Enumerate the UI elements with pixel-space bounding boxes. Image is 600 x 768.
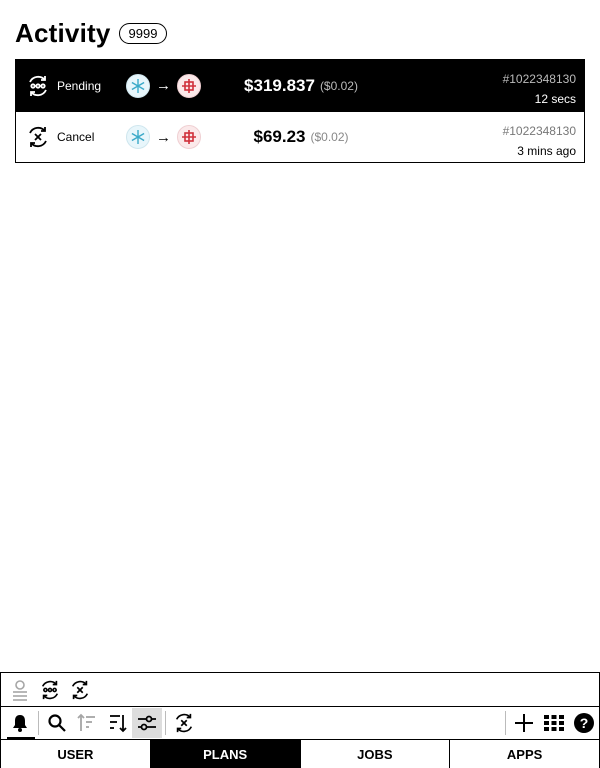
help-icon[interactable]: ? [569,708,599,738]
tab-apps[interactable]: APPS [450,740,599,768]
cancel-cycle-icon [26,125,50,149]
status-filter-bar [0,673,600,706]
bottom-panel: ? USER PLANS JOBS APPS [0,672,600,768]
plus-icon[interactable] [509,708,539,738]
row-amount: $69.23 ($0.02) [16,112,586,162]
row-amount: $319.837 ($0.02) [16,60,586,111]
activity-row-pending[interactable]: Pending → $319.837 ($0.02) #1022348130 1… [16,60,584,111]
activity-count-badge: 9999 [118,22,168,44]
toolbar-divider [505,711,506,735]
row-meta: #1022348130 3 mins ago [503,121,576,161]
amount-fee: ($0.02) [310,130,349,144]
cancel-filter-icon[interactable] [169,708,199,738]
toolbar-divider [165,711,166,735]
transaction-id: #1022348130 [502,72,576,86]
snowflake-token-icon [126,125,150,149]
row-meta: #1022348130 12 secs [503,69,576,109]
sort-ascending-icon[interactable] [72,708,102,738]
tab-user[interactable]: USER [1,740,151,768]
red-emblem-token-icon [177,125,201,149]
activity-row-cancel[interactable]: Cancel → $69.23 ($0.02) #1022348130 3 mi… [16,111,584,162]
amount-value: $69.23 [253,127,306,146]
cancel-filter-icon[interactable] [65,675,95,705]
grid-icon[interactable] [539,708,569,738]
bell-icon[interactable] [5,708,35,738]
confirmed-filter-icon[interactable] [5,675,35,705]
tab-plans[interactable]: PLANS [150,740,301,768]
swap-arrow: → [156,77,171,94]
svg-text:?: ? [580,715,589,731]
red-emblem-token-icon [177,73,201,98]
amount-value: $319.837 [244,75,315,95]
pending-cycle-icon [26,74,50,98]
token-pair: → [126,112,201,162]
filter-sliders-icon[interactable] [132,708,162,738]
transaction-time: 3 mins ago [517,144,576,158]
page-title: Activity [15,17,111,48]
pending-filter-icon[interactable] [35,675,65,705]
main-toolbar: ? [0,706,600,739]
swap-arrow: → [156,128,171,146]
status-label: Pending [57,78,102,93]
tab-jobs[interactable]: JOBS [301,740,451,768]
activity-list: Pending → $319.837 ($0.02) #1022348130 1… [15,59,585,163]
search-icon[interactable] [42,708,72,738]
page-header: Activity 9999 [15,16,168,50]
bottom-tabs: USER PLANS JOBS APPS [0,739,600,768]
snowflake-token-icon [126,73,150,98]
status-label: Cancel [57,130,95,144]
transaction-id: #1022348130 [502,124,576,138]
transaction-time: 12 secs [534,92,576,106]
amount-fee: ($0.02) [319,78,358,93]
row-status: Cancel [26,112,94,162]
sort-descending-icon[interactable] [102,708,132,738]
toolbar-divider [38,711,39,735]
row-status: Pending [26,60,101,111]
token-pair: → [126,60,201,111]
